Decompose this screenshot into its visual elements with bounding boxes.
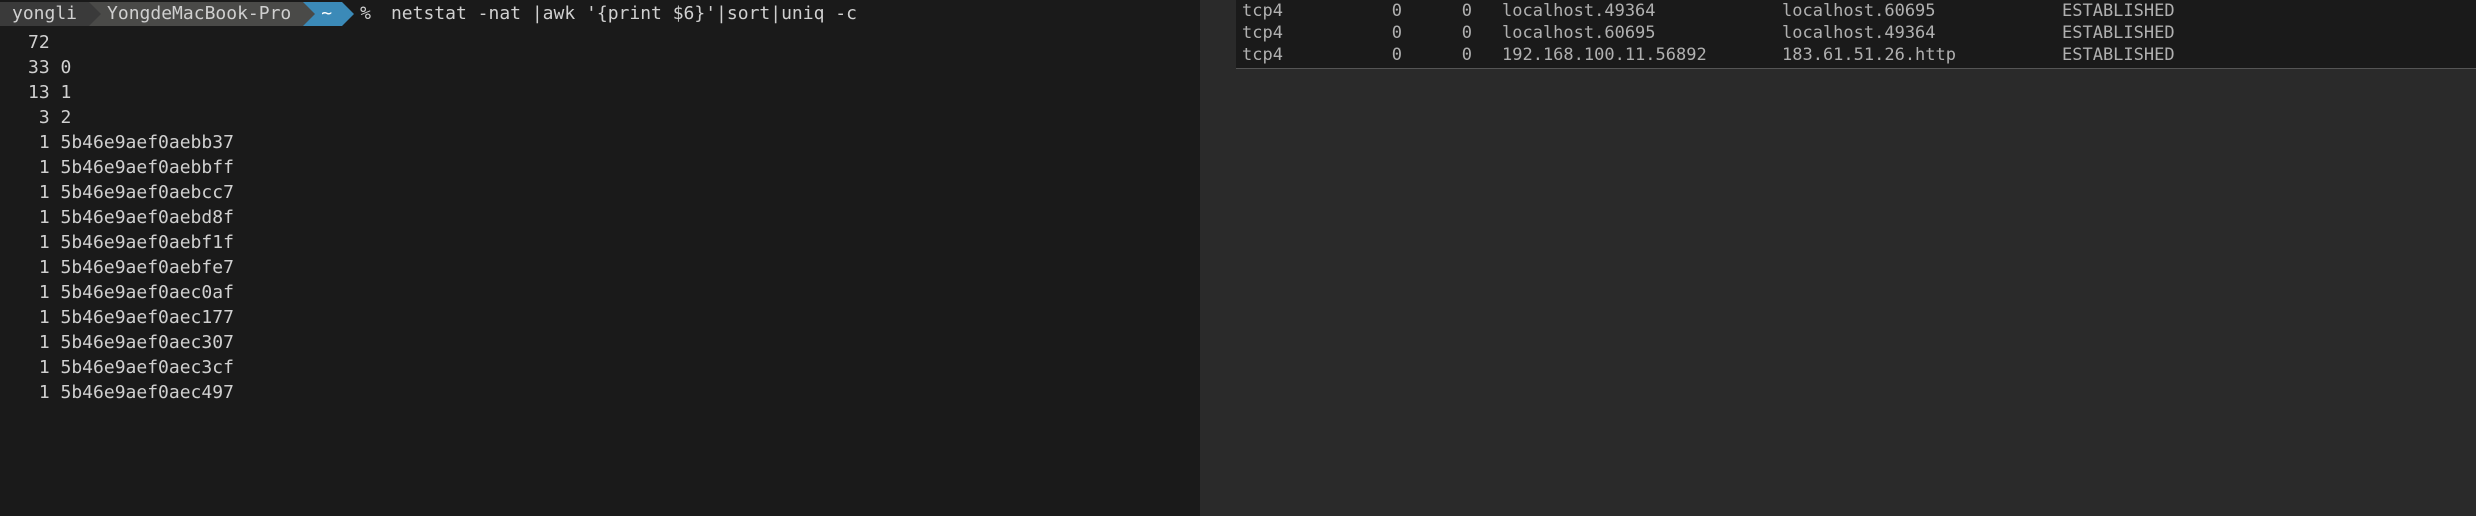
recvq-cell: 0 [1342, 22, 1432, 44]
table-row: tcp4 0 0 localhost.49364 localhost.60695… [1236, 0, 2476, 22]
output-line: 33 0 [28, 55, 1200, 80]
prompt-user: yongli [0, 2, 89, 26]
local-addr-cell: localhost.60695 [1502, 22, 1782, 44]
output-line: 1 5b46e9aef0aec0af [28, 280, 1200, 305]
output-line: 1 5b46e9aef0aebb37 [28, 130, 1200, 155]
state-cell: ESTABLISHED [2062, 44, 2476, 66]
terminal-prompt: yongli YongdeMacBook-Pro ~ % netstat -na… [0, 2, 1200, 26]
output-line: 1 5b46e9aef0aec3cf [28, 355, 1200, 380]
sendq-cell: 0 [1432, 0, 1502, 22]
output-line: 1 5b46e9aef0aebbff [28, 155, 1200, 180]
output-line: 1 5b46e9aef0aec307 [28, 330, 1200, 355]
proto-cell: tcp4 [1242, 0, 1342, 22]
netstat-output-table: tcp4 0 0 localhost.49364 localhost.60695… [1236, 0, 2476, 69]
foreign-addr-cell: 183.61.51.26.http [1782, 44, 2062, 66]
output-line: 1 5b46e9aef0aebfe7 [28, 255, 1200, 280]
local-addr-cell: 192.168.100.11.56892 [1502, 44, 1782, 66]
prompt-host: YongdeMacBook-Pro [89, 2, 303, 26]
recvq-cell: 0 [1342, 44, 1432, 66]
output-line: 1 5b46e9aef0aebf1f [28, 230, 1200, 255]
terminal-window[interactable]: yongli YongdeMacBook-Pro ~ % netstat -na… [0, 0, 1200, 516]
local-addr-cell: localhost.49364 [1502, 0, 1782, 22]
foreign-addr-cell: localhost.60695 [1782, 0, 2062, 22]
output-line: 1 5b46e9aef0aebcc7 [28, 180, 1200, 205]
output-line: 72 [28, 30, 1200, 55]
proto-cell: tcp4 [1242, 22, 1342, 44]
state-cell: ESTABLISHED [2062, 22, 2476, 44]
state-cell: ESTABLISHED [2062, 0, 2476, 22]
output-line: 1 5b46e9aef0aebd8f [28, 205, 1200, 230]
foreign-addr-cell: localhost.49364 [1782, 22, 2062, 44]
terminal-command: netstat -nat |awk '{print $6}'|sort|uniq… [391, 1, 857, 26]
terminal-output: 72 33 0 13 1 3 2 1 5b46e9aef0aebb37 1 5b… [0, 26, 1200, 405]
output-line: 3 2 [28, 105, 1200, 130]
table-row: tcp4 0 0 localhost.60695 localhost.49364… [1236, 22, 2476, 44]
output-line: 13 1 [28, 80, 1200, 105]
table-row: tcp4 0 0 192.168.100.11.56892 183.61.51.… [1236, 44, 2476, 66]
output-line: 1 5b46e9aef0aec497 [28, 380, 1200, 405]
proto-cell: tcp4 [1242, 44, 1342, 66]
sendq-cell: 0 [1432, 22, 1502, 44]
sendq-cell: 0 [1432, 44, 1502, 66]
output-line: 1 5b46e9aef0aec177 [28, 305, 1200, 330]
recvq-cell: 0 [1342, 0, 1432, 22]
